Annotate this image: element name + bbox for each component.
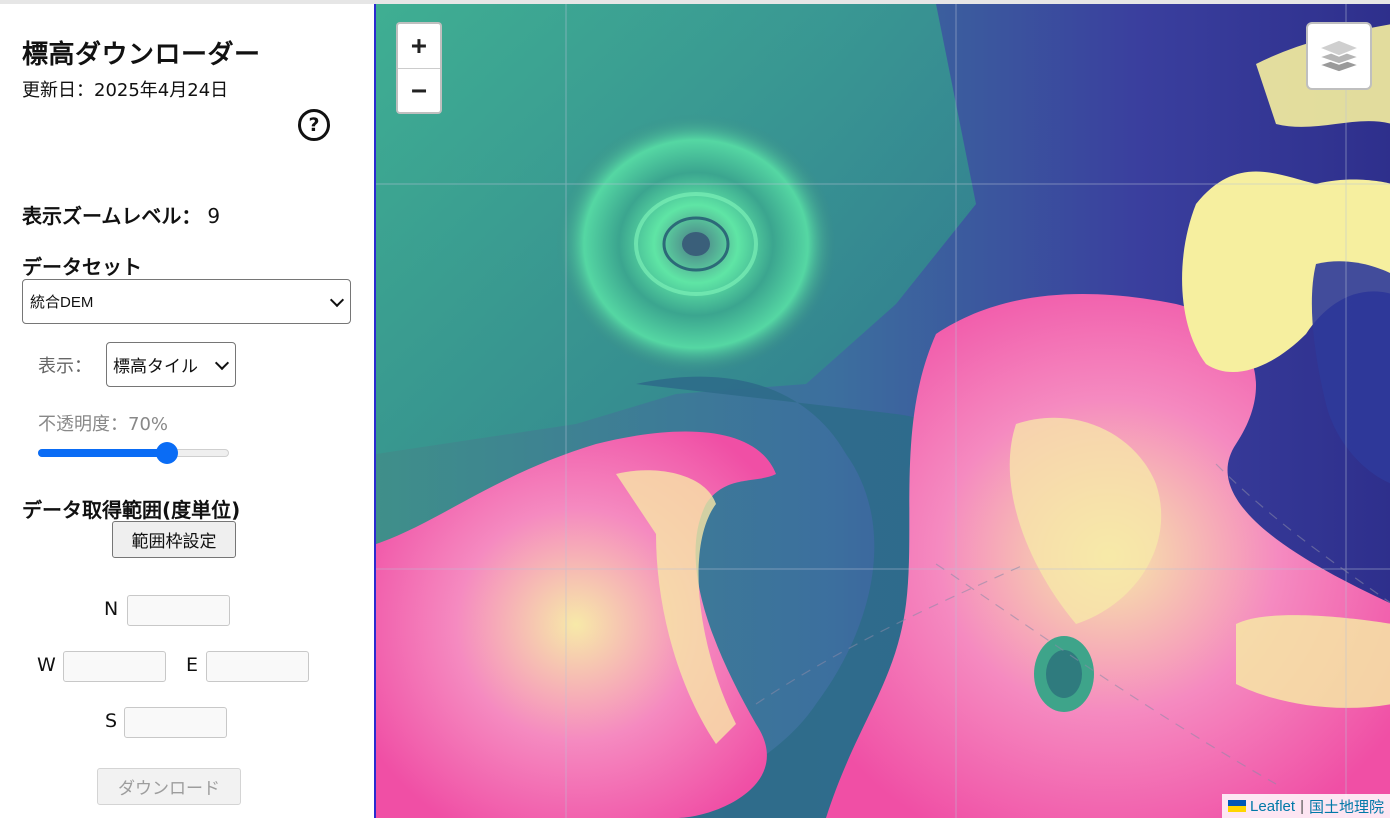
west-input[interactable] [63, 651, 166, 682]
north-label: N [104, 598, 119, 620]
opacity-slider[interactable] [38, 442, 229, 464]
map-view[interactable]: + − Leaflet | 国土地理院 [374, 4, 1390, 818]
zoom-level-label: 表示ズームレベル： [22, 204, 202, 228]
range-label: データ取得範囲(度単位) [22, 498, 241, 522]
zoom-control: + − [396, 22, 442, 114]
layers-control[interactable] [1306, 22, 1372, 90]
east-input[interactable] [206, 651, 309, 682]
dataset-selected-value: 統合DEM [30, 294, 94, 311]
display-label: 表示： [38, 356, 92, 377]
chevron-down-icon [214, 355, 230, 370]
attribution: Leaflet | 国土地理院 [1222, 794, 1390, 818]
opacity-value: 70% [128, 414, 169, 435]
sidebar: 標高ダウンローダー 更新日：2025年4月24日 ? 表示ズームレベル： 9 デー… [0, 4, 374, 818]
display-selected-value: 標高タイル [113, 357, 198, 377]
attribution-separator: | [1300, 797, 1304, 815]
update-date: 更新日：2025年4月24日 [22, 80, 229, 101]
east-label: E [186, 654, 199, 676]
bbox-set-button[interactable]: 範囲枠設定 [112, 521, 236, 558]
elevation-tile-layer [376, 4, 1390, 818]
zoom-level-value: 9 [207, 204, 221, 228]
zoom-in-button[interactable]: + [398, 24, 440, 68]
opacity-label-row: 不透明度：70% [38, 410, 168, 436]
app-title: 標高ダウンローダー [22, 40, 261, 70]
zoom-level-row: 表示ズームレベル： 9 [22, 200, 220, 229]
dataset-select[interactable]: 統合DEM [22, 279, 351, 324]
zoom-out-button[interactable]: − [398, 68, 440, 112]
help-icon-glyph: ? [308, 114, 320, 136]
display-select[interactable]: 標高タイル [106, 342, 236, 387]
help-icon[interactable]: ? [298, 109, 330, 141]
dataset-label: データセット [22, 255, 142, 279]
ukraine-flag-icon [1228, 800, 1247, 812]
download-button[interactable]: ダウンロード [97, 768, 241, 805]
gsi-link[interactable]: 国土地理院 [1309, 796, 1384, 817]
leaflet-link[interactable]: Leaflet [1250, 798, 1295, 815]
slider-thumb[interactable] [156, 442, 179, 464]
chevron-down-icon [329, 292, 345, 307]
south-input[interactable] [124, 707, 227, 738]
slider-fill [38, 449, 168, 457]
south-label: S [105, 710, 118, 732]
north-input[interactable] [127, 595, 230, 626]
west-label: W [37, 654, 56, 676]
layers-icon [1317, 39, 1361, 73]
opacity-label: 不透明度： [38, 414, 128, 435]
